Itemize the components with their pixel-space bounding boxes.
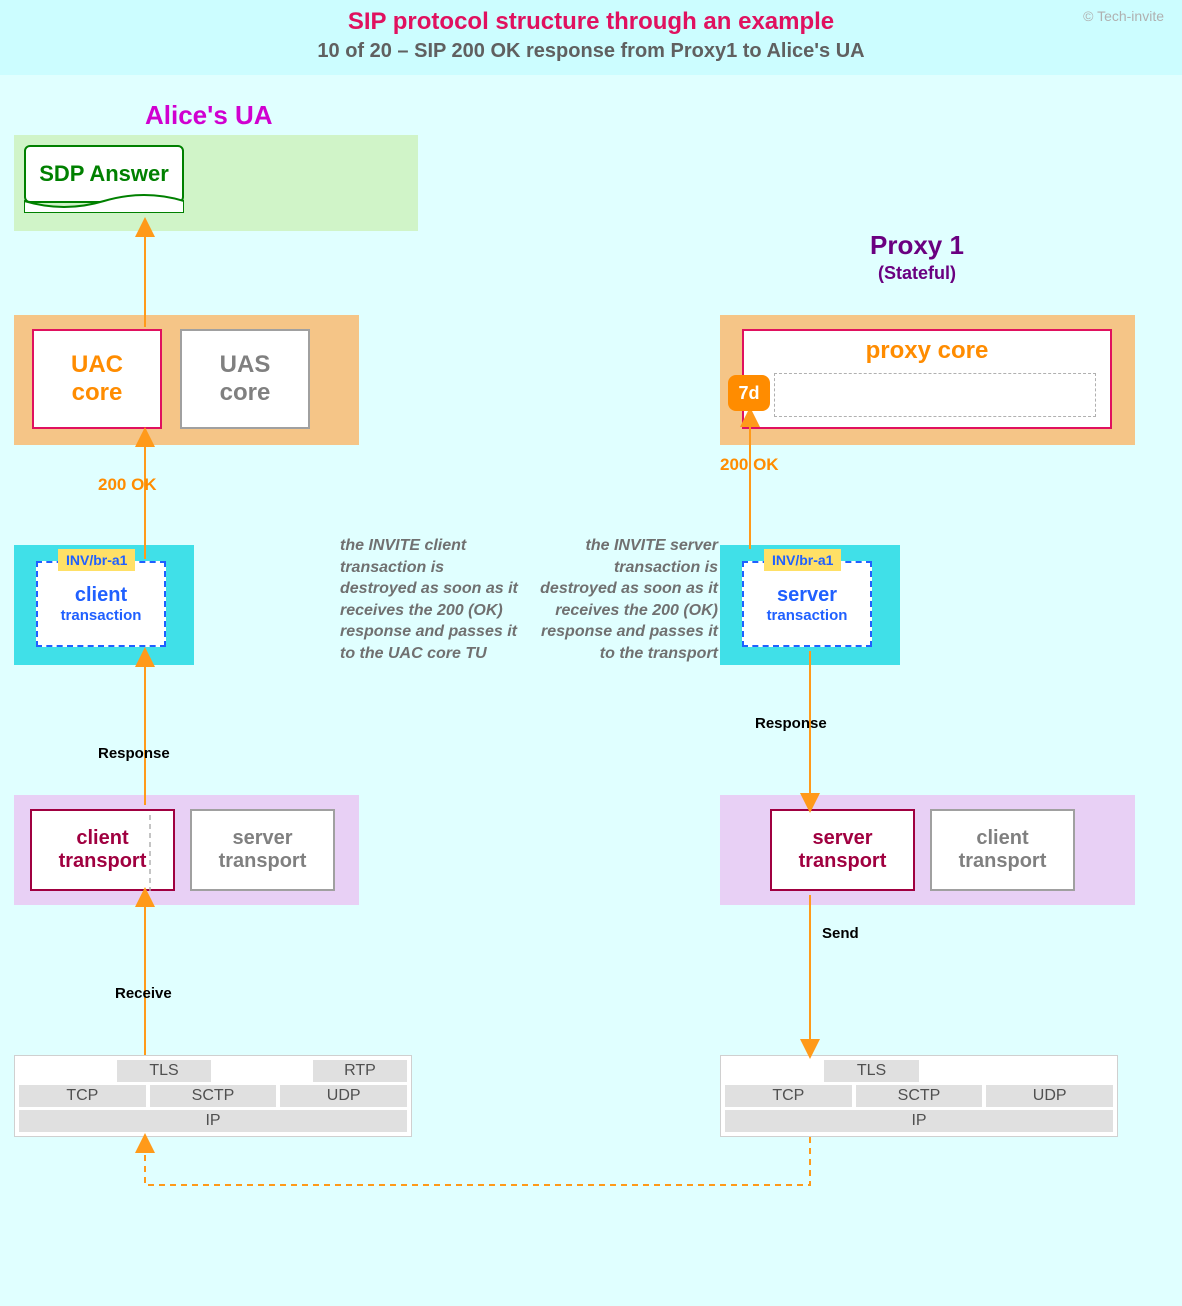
ip-cell: IP bbox=[19, 1110, 407, 1132]
sctp-cell: SCTP bbox=[150, 1085, 277, 1107]
txn-l-l1: client bbox=[75, 584, 127, 607]
sdp-wave bbox=[24, 193, 184, 213]
uac-l1: UAC bbox=[71, 351, 123, 379]
client-transport-right: client transport bbox=[930, 809, 1075, 891]
uas-l2: core bbox=[220, 379, 271, 407]
proxy1-title: Proxy 1 bbox=[870, 230, 964, 260]
header: SIP protocol structure through an exampl… bbox=[0, 0, 1182, 75]
note-left: the INVITE client transaction is destroy… bbox=[340, 535, 520, 665]
netstack-left: TLS RTP TCP SCTP UDP IP bbox=[14, 1055, 412, 1137]
uac-l2: core bbox=[72, 379, 123, 407]
server-transport-left: server transport bbox=[190, 809, 335, 891]
diagram-canvas: Alice's UA Proxy 1 (Stateful) SDP Answer… bbox=[0, 75, 1182, 1306]
send-label: Send bbox=[822, 925, 859, 942]
tls-cell: TLS bbox=[117, 1060, 211, 1082]
tcp-cell: TCP bbox=[19, 1085, 146, 1107]
200ok-right-label: 200 OK bbox=[720, 455, 779, 475]
txn-badge-right: INV/br-a1 bbox=[764, 549, 841, 571]
proxy-core-inner bbox=[774, 373, 1096, 417]
txn-l-l2: transaction bbox=[61, 607, 142, 624]
uas-l1: UAS bbox=[220, 351, 271, 379]
proxy-core-box: proxy core bbox=[742, 329, 1112, 429]
note-right: the INVITE server transaction is destroy… bbox=[538, 535, 718, 665]
txn-r-l2: transaction bbox=[767, 607, 848, 624]
proxy1-label: Proxy 1 (Stateful) bbox=[870, 230, 964, 284]
proxy1-subtitle: (Stateful) bbox=[870, 263, 964, 284]
200ok-left-label: 200 OK bbox=[98, 475, 157, 495]
uas-core-box: UAS core bbox=[180, 329, 310, 429]
page-subtitle: 10 of 20 – SIP 200 OK response from Prox… bbox=[0, 40, 1182, 63]
badge-7d: 7d bbox=[728, 375, 770, 411]
client-transaction-box: client transaction bbox=[36, 561, 166, 647]
receive-label: Receive bbox=[115, 985, 172, 1002]
udp-cell: UDP bbox=[280, 1085, 407, 1107]
proxy-core-label: proxy core bbox=[744, 337, 1110, 365]
server-transaction-box: server transaction bbox=[742, 561, 872, 647]
txn-r-l1: server bbox=[777, 584, 837, 607]
response-left-label: Response bbox=[98, 745, 170, 762]
uac-core-box: UAC core bbox=[32, 329, 162, 429]
credit: © Tech-invite bbox=[1083, 8, 1164, 24]
netstack-right: TLS TCP SCTP UDP IP bbox=[720, 1055, 1118, 1137]
server-transport-right: server transport bbox=[770, 809, 915, 891]
txn-badge-left: INV/br-a1 bbox=[58, 549, 135, 571]
alice-ua-label: Alice's UA bbox=[145, 100, 273, 131]
response-right-label: Response bbox=[755, 715, 827, 732]
rtp-cell: RTP bbox=[313, 1060, 407, 1082]
page-title: SIP protocol structure through an exampl… bbox=[0, 8, 1182, 36]
client-transport-left: client transport bbox=[30, 809, 175, 891]
